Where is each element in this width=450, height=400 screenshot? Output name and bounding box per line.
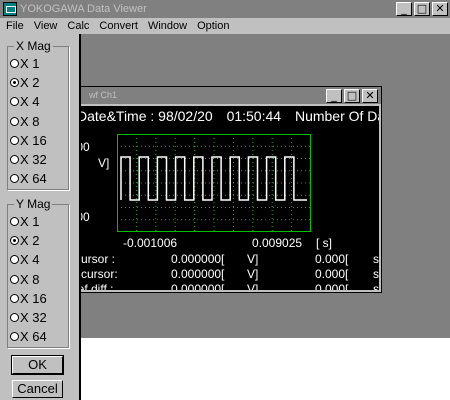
y-mag-group: Y Mag X 1 X 2 X 4 X 8 X 16 X 32 X 64	[7, 197, 69, 348]
radio-label: X 16	[20, 132, 47, 148]
radio-label: X 8	[20, 271, 40, 287]
readout-unit: V]	[247, 252, 259, 266]
readout-value2: 0.000[	[315, 282, 349, 290]
window-controls: _ □ ✕	[396, 2, 448, 16]
radio-label: X 32	[20, 309, 47, 325]
x-mag-option-16[interactable]: X 16	[10, 132, 47, 148]
x-mag-group: X Mag X 1 X 2 X 4 X 8 X 16 X 32 X 64	[7, 39, 69, 190]
waveform-title: wf Ch1	[89, 90, 118, 100]
radio-label: X 16	[20, 290, 47, 306]
mag-panel: X Mag X 1 X 2 X 4 X 8 X 16 X 32 X 64 Y M…	[0, 34, 81, 400]
menu-bar: File View Calc Convert Window Option	[0, 18, 450, 34]
number-of-data-label: Number Of Data	[294, 108, 379, 124]
radio-label: X 2	[20, 74, 40, 90]
radio-icon	[10, 216, 19, 226]
readout-value: 0.000000[	[171, 282, 225, 290]
waveform-window-controls: _ □ ✕	[326, 89, 378, 103]
app-title: YOKOGAWA Data Viewer	[20, 3, 147, 15]
menu-convert[interactable]: Convert	[99, 18, 138, 34]
x-mag-option-1[interactable]: X 1	[10, 55, 40, 71]
radio-icon	[10, 96, 19, 106]
radio-icon	[10, 173, 19, 183]
radio-label: X 64	[20, 328, 47, 344]
readout-unit: V]	[247, 267, 259, 281]
x-axis-left-label: -0.001006	[123, 236, 178, 250]
radio-icon	[10, 293, 19, 303]
datetime-label: Date&Time : 98/02/20	[77, 108, 213, 124]
radio-icon	[10, 116, 19, 126]
y-mag-legend: Y Mag	[14, 197, 53, 211]
radio-icon	[10, 77, 19, 87]
waveform-info-line: Date&Time : 98/02/20 01:50:44 Number Of …	[77, 108, 379, 124]
radio-label: X 4	[20, 251, 40, 267]
readout-value: 0.000000[	[171, 267, 225, 281]
radio-icon	[10, 274, 19, 284]
radio-icon	[10, 154, 19, 164]
readout-value2: 0.000[	[315, 267, 349, 281]
waveform-plot[interactable]	[117, 134, 311, 232]
menu-file[interactable]: File	[6, 18, 24, 34]
plot-grid	[117, 134, 311, 232]
x-mag-legend: X Mag	[14, 39, 53, 53]
waveform-titlebar[interactable]: wf Ch1 _ □ ✕	[67, 87, 381, 104]
waveform-window[interactable]: wf Ch1 _ □ ✕ Date&Time : 98/02/20 01:50:…	[66, 86, 382, 293]
readout-unit2: s	[373, 267, 379, 281]
x-mag-option-4[interactable]: X 4	[10, 93, 40, 109]
app-icon[interactable]	[3, 2, 17, 16]
y-mag-option-2[interactable]: X 2	[10, 232, 40, 248]
time-value: 01:50:44	[226, 108, 282, 124]
readout-unit: V]	[247, 282, 259, 290]
radio-label: X 1	[20, 213, 40, 229]
maximize-button[interactable]: □	[414, 2, 430, 16]
y-mag-option-4[interactable]: X 4	[10, 251, 40, 267]
waveform-close-button[interactable]: ✕	[362, 89, 378, 103]
menu-calc[interactable]: Calc	[67, 18, 89, 34]
radio-icon	[10, 135, 19, 145]
y-mag-option-1[interactable]: X 1	[10, 213, 40, 229]
x-mag-option-2[interactable]: X 2	[10, 74, 40, 90]
radio-label: X 2	[20, 232, 40, 248]
x-mag-option-32[interactable]: X 32	[10, 151, 47, 167]
minimize-button[interactable]: _	[396, 2, 412, 16]
app-titlebar[interactable]: YOKOGAWA Data Viewer _ □ ✕	[0, 0, 450, 18]
radio-icon	[10, 235, 19, 245]
y-axis-unit-label: V]	[98, 156, 110, 170]
x-axis-unit-label: [ s]	[316, 236, 333, 250]
menu-view[interactable]: View	[34, 18, 58, 34]
menu-window[interactable]: Window	[148, 18, 187, 34]
close-button[interactable]: ✕	[432, 2, 448, 16]
ok-button[interactable]: OK	[11, 355, 64, 375]
menu-option[interactable]: Option	[197, 18, 229, 34]
x-axis-right-label: 0.009025	[252, 236, 303, 250]
readout-value2: 0.000[	[315, 252, 349, 266]
x-mag-option-8[interactable]: X 8	[10, 113, 40, 129]
radio-icon	[10, 331, 19, 341]
waveform-maximize-button[interactable]: □	[344, 89, 360, 103]
waveform-minimize-button[interactable]: _	[326, 89, 342, 103]
radio-label: X 8	[20, 113, 40, 129]
radio-label: X 32	[20, 151, 47, 167]
y-mag-option-8[interactable]: X 8	[10, 271, 40, 287]
radio-icon	[10, 254, 19, 264]
readout-value: 0.000000[	[171, 252, 225, 266]
y-mag-option-32[interactable]: X 32	[10, 309, 47, 325]
radio-icon	[10, 58, 19, 68]
waveform-display: Date&Time : 98/02/20 01:50:44 Number Of …	[69, 106, 379, 290]
y-mag-option-64[interactable]: X 64	[10, 328, 47, 344]
cancel-button[interactable]: Cancel	[12, 380, 63, 398]
x-mag-option-64[interactable]: X 64	[10, 170, 47, 186]
radio-icon	[10, 312, 19, 322]
radio-label: X 4	[20, 93, 40, 109]
radio-label: X 1	[20, 55, 40, 71]
readout-unit2: s	[373, 282, 379, 290]
y-mag-option-16[interactable]: X 16	[10, 290, 47, 306]
readout-unit2: s	[373, 252, 379, 266]
radio-label: X 64	[20, 170, 47, 186]
